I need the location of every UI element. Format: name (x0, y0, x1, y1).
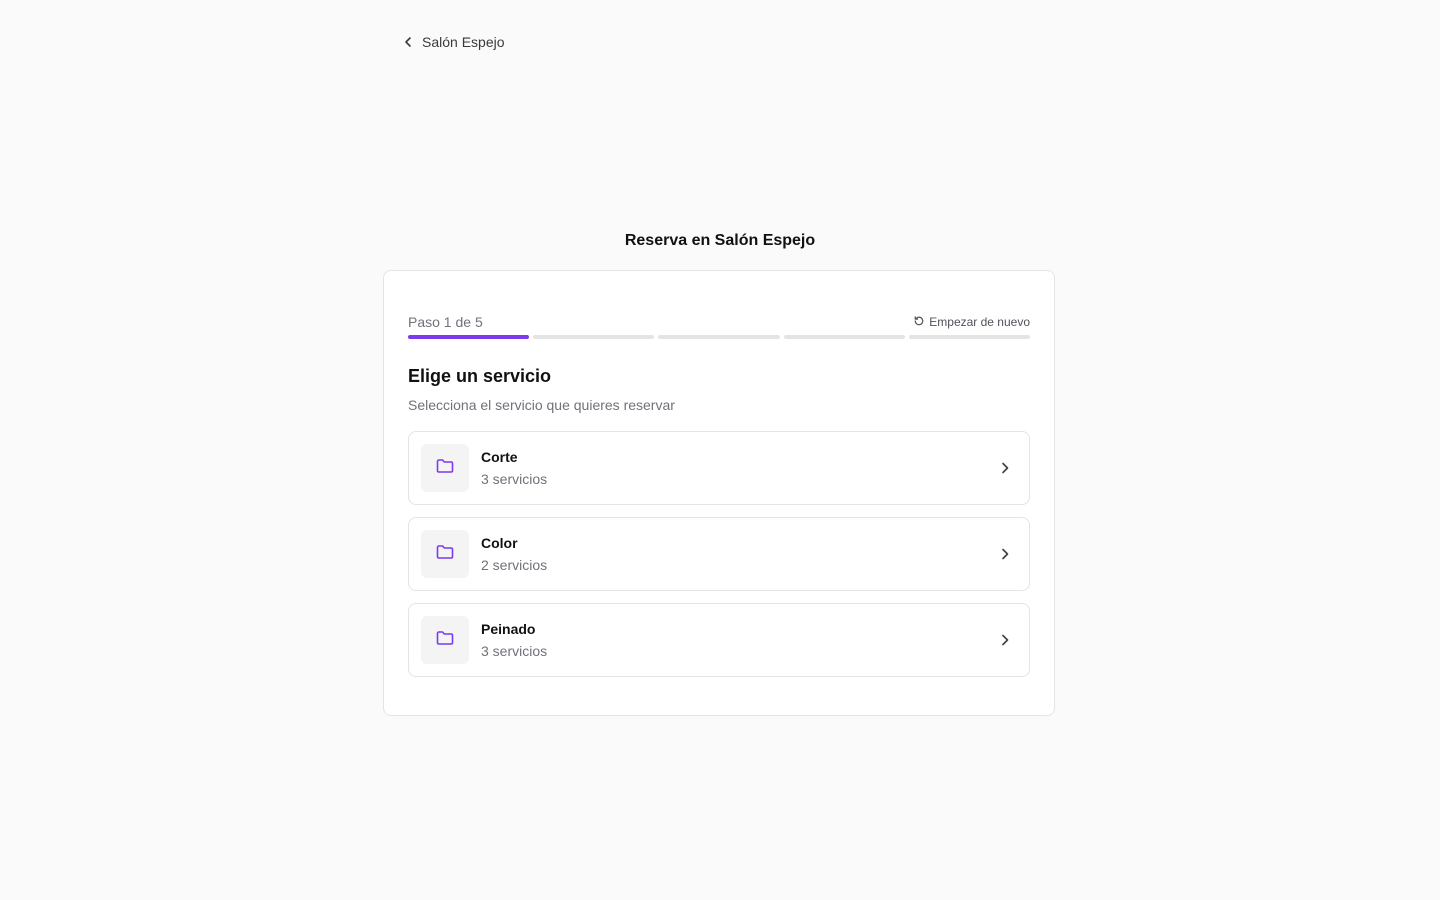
service-icon-box (421, 616, 469, 664)
step-indicator: Paso 1 de 5 (408, 314, 483, 330)
service-name: Corte (481, 449, 518, 465)
folder-icon (435, 456, 455, 481)
service-item-peinado[interactable]: Peinado 3 servicios (408, 603, 1030, 677)
service-name: Peinado (481, 621, 536, 637)
service-item-color[interactable]: Color 2 servicios (408, 517, 1030, 591)
service-list: Corte 3 servicios Color 2 servicios Pein… (408, 431, 1030, 677)
step-header: Paso 1 de 5 Empezar de nuevo (408, 313, 1030, 331)
progress-segment-4 (783, 335, 905, 339)
section-subtitle: Selecciona el servicio que quieres reser… (408, 397, 675, 413)
service-icon-box (421, 530, 469, 578)
folder-icon (435, 542, 455, 567)
refresh-icon (913, 315, 925, 330)
service-name: Color (481, 535, 518, 551)
booking-page: Salón Espejo Reserva en Salón Espejo Pas… (0, 0, 1440, 900)
service-item-corte[interactable]: Corte 3 servicios (408, 431, 1030, 505)
folder-icon (435, 628, 455, 653)
chevron-right-icon (997, 546, 1013, 562)
service-count: 2 servicios (481, 557, 548, 573)
back-link-label: Salón Espejo (422, 34, 505, 50)
step-progress-bar (408, 335, 1031, 339)
service-count: 3 servicios (481, 643, 548, 659)
service-icon-box (421, 444, 469, 492)
booking-card: Paso 1 de 5 Empezar de nuevo Elige un se… (383, 270, 1055, 716)
restart-label: Empezar de nuevo (929, 315, 1030, 329)
service-text: Corte 3 servicios (481, 447, 997, 489)
section-title: Elige un servicio (408, 366, 552, 386)
service-text: Peinado 3 servicios (481, 619, 997, 661)
page-title: Reserva en Salón Espejo (624, 232, 816, 249)
chevron-left-icon (400, 34, 416, 50)
back-link[interactable]: Salón Espejo (400, 30, 505, 54)
chevron-right-icon (997, 632, 1013, 648)
progress-segment-5 (908, 335, 1031, 339)
progress-segment-3 (658, 335, 780, 339)
restart-button[interactable]: Empezar de nuevo (913, 315, 1030, 330)
chevron-right-icon (997, 460, 1013, 476)
progress-segment-2 (533, 335, 655, 339)
progress-segment-1 (408, 335, 530, 339)
service-text: Color 2 servicios (481, 533, 997, 575)
service-count: 3 servicios (481, 471, 548, 487)
